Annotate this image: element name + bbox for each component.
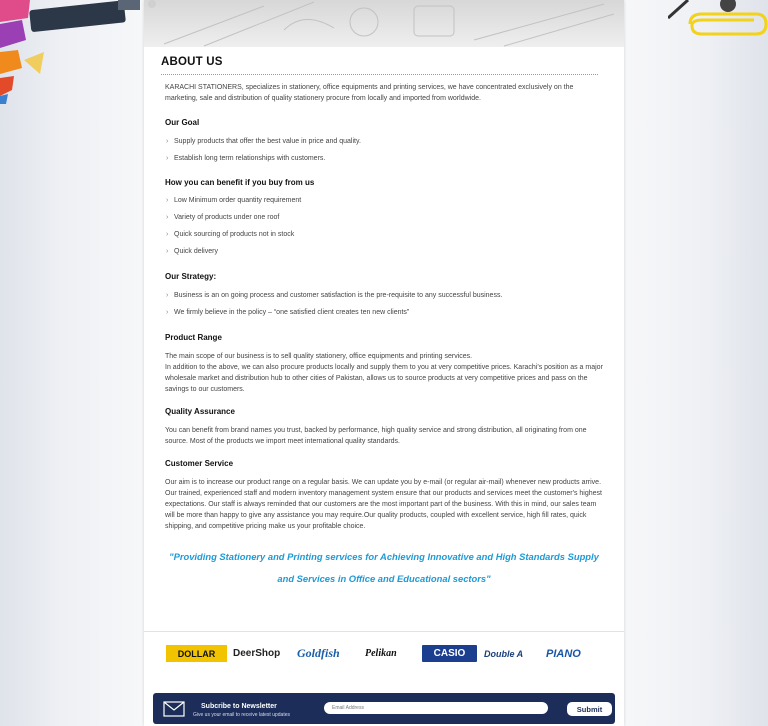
chevron-right-icon: › <box>166 214 169 221</box>
product-range-heading: Product Range <box>165 333 222 342</box>
tagline-line-1: "Providing Stationery and Printing servi… <box>169 551 599 562</box>
brand-logo-piano[interactable]: PIANO <box>546 645 581 662</box>
submit-button[interactable]: Submit <box>567 702 612 716</box>
main-page: ABOUT US KARACHI STATIONERS, specializes… <box>144 0 624 726</box>
strategy-heading: Our Strategy: <box>165 272 217 281</box>
brand-logo-deershop[interactable]: DeerShop <box>233 645 280 662</box>
paperclip-decoration <box>668 0 768 36</box>
list-item: › Quick sourcing of products not in stock <box>166 231 295 238</box>
list-item: › Business is an on going process and cus… <box>166 292 503 299</box>
crayons-decoration <box>0 0 140 104</box>
intro-text: KARACHI STATIONERS, specializes in stati… <box>165 84 574 102</box>
email-field[interactable] <box>324 702 548 714</box>
chevron-right-icon: › <box>166 138 169 145</box>
chevron-right-icon: › <box>166 248 169 255</box>
list-item: › Supply products that offer the best val… <box>166 138 361 145</box>
service-p1: Our aim is to increase our product range… <box>165 479 602 530</box>
newsletter-bar: Subcribe to Newsletter Give us your emai… <box>153 693 615 724</box>
chevron-right-icon: › <box>166 309 169 316</box>
newsletter-subtitle: Give us your email to receive latest upd… <box>193 712 290 718</box>
brands-divider <box>144 631 624 632</box>
product-range-p1: The main scope of our business is to sel… <box>165 353 473 360</box>
brand-logo-double-a[interactable]: Double A <box>484 645 523 662</box>
quality-p1: You can benefit from brand names you tru… <box>165 427 587 445</box>
chevron-right-icon: › <box>166 292 169 299</box>
brand-logo-goldfish[interactable]: Goldfish <box>297 645 340 662</box>
goal-heading: Our Goal <box>165 118 200 127</box>
title-divider <box>161 74 598 75</box>
brand-logo-casio[interactable]: CASIO <box>422 645 477 662</box>
benefit-heading: How you can benefit if you buy from us <box>165 178 315 187</box>
product-range-p2: In addition to the above, we can also pr… <box>165 364 603 393</box>
newsletter-title: Subcribe to Newsletter <box>201 703 277 710</box>
page-title: ABOUT US <box>161 56 223 68</box>
quality-heading: Quality Assurance <box>165 407 235 416</box>
brand-logos: DOLLAR DeerShop Goldfish Pelikan CASIO D… <box>164 645 604 665</box>
sketch-illustration <box>148 0 615 47</box>
chevron-right-icon: › <box>166 231 169 238</box>
list-item: › Establish long term relationships with … <box>166 155 326 162</box>
list-item: › Variety of products under one roof <box>166 214 280 221</box>
list-item: › Quick delivery <box>166 248 218 255</box>
tagline-line-2: and Services in Office and Educational s… <box>277 573 491 584</box>
list-item: › Low Minimum order quantity requirement <box>166 197 302 204</box>
chevron-right-icon: › <box>166 197 169 204</box>
header-banner <box>144 0 624 47</box>
list-item: › We firmly believe in the policy – “one … <box>166 309 410 316</box>
envelope-icon <box>163 701 185 717</box>
brand-logo-dollar[interactable]: DOLLAR <box>166 645 227 662</box>
chevron-right-icon: › <box>166 155 169 162</box>
service-heading: Customer Service <box>165 459 234 468</box>
brand-logo-pelikan[interactable]: Pelikan <box>365 645 397 662</box>
